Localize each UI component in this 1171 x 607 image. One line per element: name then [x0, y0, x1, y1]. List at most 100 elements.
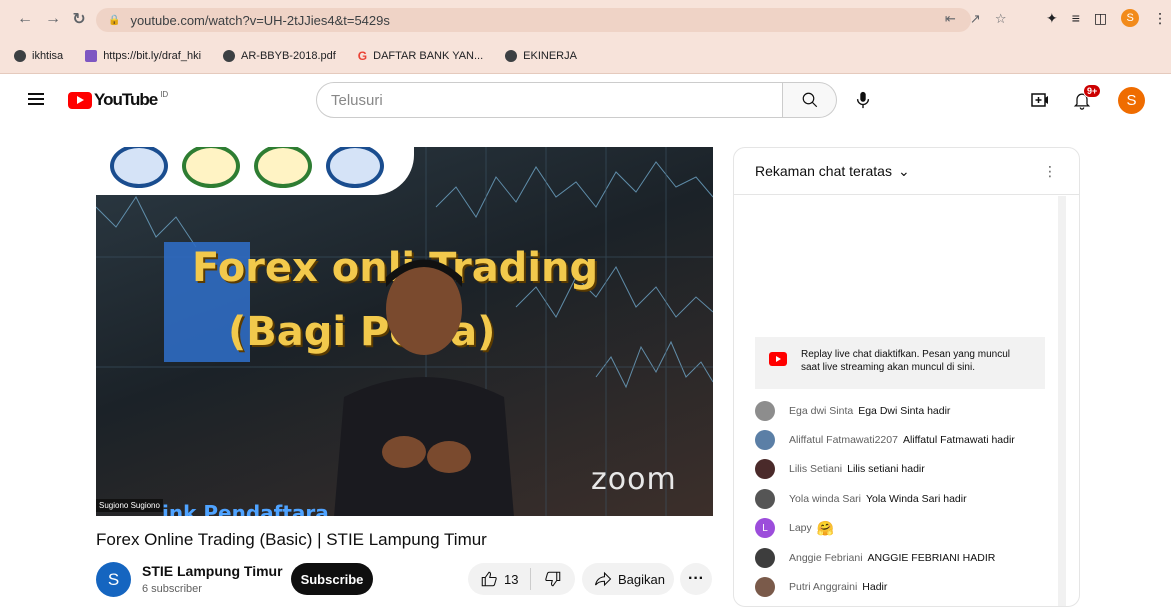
- extension-area: ✦ ≡ ◫ S ⋮: [1046, 9, 1167, 27]
- message-author[interactable]: Lilis Setiani: [789, 463, 842, 475]
- share-arrow-icon: [594, 571, 612, 587]
- avatar[interactable]: [755, 400, 775, 421]
- search-button[interactable]: [783, 82, 837, 118]
- account-avatar[interactable]: S: [1118, 87, 1145, 114]
- masthead: YouTube ID Telusuri 9+ S: [0, 74, 1171, 126]
- institution-logos: [96, 147, 414, 195]
- message-text: Lilis setiani hadir: [847, 463, 925, 476]
- message-text: Hadir: [862, 581, 888, 594]
- more-actions-icon[interactable]: ···: [680, 563, 712, 595]
- mic-icon[interactable]: [852, 89, 874, 111]
- notification-count-badge: 9+: [1083, 84, 1102, 98]
- chat-message: Putri Anggraini Hadir: [755, 572, 1015, 601]
- globe-icon: [14, 49, 26, 62]
- chat-menu-icon[interactable]: ⋮: [1043, 163, 1057, 180]
- video-player[interactable]: Forex onli Trading (Bagi Per a) zoom ink…: [96, 147, 713, 516]
- browser-menu-icon[interactable]: ⋮: [1153, 10, 1167, 27]
- bookmark-item[interactable]: ikhtisa: [14, 49, 63, 62]
- play-logo-icon: [68, 91, 92, 109]
- create-video-icon[interactable]: [1030, 90, 1050, 110]
- chat-message: L Lapy 🤗: [755, 514, 1015, 543]
- globe-icon: [505, 49, 518, 62]
- side-panel-icon[interactable]: ◫: [1094, 10, 1107, 27]
- seal-logo-icon: [326, 147, 384, 188]
- bookmark-item[interactable]: EKINERJA: [505, 49, 577, 62]
- bookmark-item[interactable]: https://bit.ly/draf_hki: [85, 49, 201, 62]
- message-text: Yola Winda Sari hadir: [866, 492, 967, 505]
- address-bar[interactable]: 🔒 youtube.com/watch?v=UH-2tJJies4&t=5429…: [96, 8, 971, 32]
- search-input[interactable]: Telusuri: [316, 82, 783, 118]
- message-author[interactable]: Putri Anggraini: [789, 581, 857, 593]
- back-arrow-icon[interactable]: ←: [14, 8, 36, 30]
- like-dislike-group: 13: [468, 563, 575, 595]
- avatar[interactable]: [755, 547, 775, 568]
- chat-message: Lilis Setiani Lilis setiani hadir: [755, 455, 1015, 484]
- chat-panel: Rekaman chat teratas ⌄ ⋮ Replay live cha…: [733, 147, 1080, 607]
- avatar[interactable]: [755, 577, 775, 598]
- avatar[interactable]: [755, 488, 775, 509]
- message-text: Aliffatul Fatmawati hadir: [902, 434, 1015, 447]
- lock-icon: 🔒: [108, 14, 121, 26]
- share-label: Bagikan: [618, 571, 665, 587]
- bookmark-item[interactable]: G DAFTAR BANK YAN...: [358, 49, 483, 63]
- like-button[interactable]: 13: [468, 568, 531, 590]
- channel-avatar[interactable]: S: [96, 562, 131, 597]
- chat-message-list: Ega dwi Sinta Ega Dwi Sinta hadir Aliffa…: [755, 396, 1015, 602]
- youtube-icon: [769, 352, 787, 366]
- avatar[interactable]: [755, 459, 775, 480]
- bookmark-item[interactable]: AR-BBYB-2018.pdf: [223, 49, 336, 62]
- chevron-down-icon: ⌄: [897, 162, 910, 179]
- message-author[interactable]: Yola winda Sari: [789, 493, 861, 505]
- message-text: ANGGIE FEBRIANI HADIR: [867, 551, 996, 564]
- avatar[interactable]: [755, 430, 775, 451]
- chat-message: Ega dwi Sinta Ega Dwi Sinta hadir: [755, 396, 1015, 425]
- sheets-icon: [85, 49, 98, 62]
- reload-icon[interactable]: ↻: [68, 8, 90, 30]
- avatar[interactable]: L: [755, 518, 775, 539]
- banner-text: ink Pendaftara: [162, 501, 329, 516]
- chat-scrollbar[interactable]: [1058, 196, 1066, 606]
- omnibox-actions: ⇤ ↗ ☆: [945, 11, 1006, 27]
- chat-message: Yola winda Sari Yola Winda Sari hadir: [755, 484, 1015, 513]
- address-url: youtube.com/watch?v=UH-2tJJies4&t=5429s: [130, 12, 390, 28]
- bookmarks-bar: ikhtisa https://bit.ly/draf_hki AR-BBYB-…: [0, 38, 1171, 74]
- seal-logo-icon: [110, 147, 168, 188]
- speaker-figure: [334, 259, 514, 516]
- reading-list-icon[interactable]: ≡: [1072, 10, 1080, 26]
- channel-name[interactable]: STIE Lampung Timur: [142, 563, 283, 579]
- star-icon[interactable]: ☆: [995, 11, 1007, 27]
- hamburger-menu-icon[interactable]: [28, 93, 44, 105]
- profile-avatar[interactable]: S: [1121, 9, 1140, 27]
- chat-message: Aliffatul Fatmawati2207 Aliffatul Fatmaw…: [755, 425, 1015, 454]
- message-text: Ega Dwi Sinta hadir: [858, 404, 951, 417]
- message-author[interactable]: Lapy: [789, 522, 812, 534]
- like-count: 13: [504, 571, 519, 587]
- youtube-logo[interactable]: YouTube ID: [68, 90, 168, 110]
- install-icon[interactable]: ⇤: [945, 11, 956, 27]
- chat-mode-label: Rekaman chat teratas: [755, 163, 892, 179]
- message-author[interactable]: Aliffatul Fatmawati2207: [789, 434, 898, 446]
- google-icon: G: [357, 48, 368, 63]
- subscribe-button[interactable]: Subscribe: [291, 563, 373, 595]
- thumbs-up-icon: [481, 571, 497, 587]
- dislike-button[interactable]: [531, 570, 575, 588]
- replay-notice-text: Replay live chat diaktifkan. Pesan yang …: [801, 349, 1011, 373]
- chat-header[interactable]: Rekaman chat teratas ⌄ ⋮: [734, 148, 1079, 195]
- subscriber-count: 6 subscriber: [142, 583, 202, 595]
- share-page-icon[interactable]: ↗: [970, 11, 981, 27]
- speaker-name-tag: Sugiono Sugiono: [96, 499, 163, 512]
- thumbs-down-icon: [545, 571, 561, 587]
- share-button[interactable]: Bagikan: [582, 563, 674, 595]
- zoom-watermark: zoom: [591, 462, 677, 497]
- video-title: Forex Online Trading (Basic) | STIE Lamp…: [96, 530, 487, 549]
- message-emoji: 🤗: [816, 519, 835, 536]
- forward-arrow-icon[interactable]: →: [42, 8, 64, 30]
- globe-icon: [223, 49, 236, 62]
- extensions-icon[interactable]: ✦: [1046, 10, 1058, 27]
- seal-logo-icon: [182, 147, 240, 188]
- message-author[interactable]: Anggie Febriani: [789, 552, 863, 564]
- seal-logo-icon: [254, 147, 312, 188]
- browser-toolbar: ← → ↻ 🔒 youtube.com/watch?v=UH-2tJJies4&…: [0, 0, 1171, 38]
- message-author[interactable]: Ega dwi Sinta: [789, 405, 853, 417]
- replay-notice: Replay live chat diaktifkan. Pesan yang …: [755, 337, 1045, 389]
